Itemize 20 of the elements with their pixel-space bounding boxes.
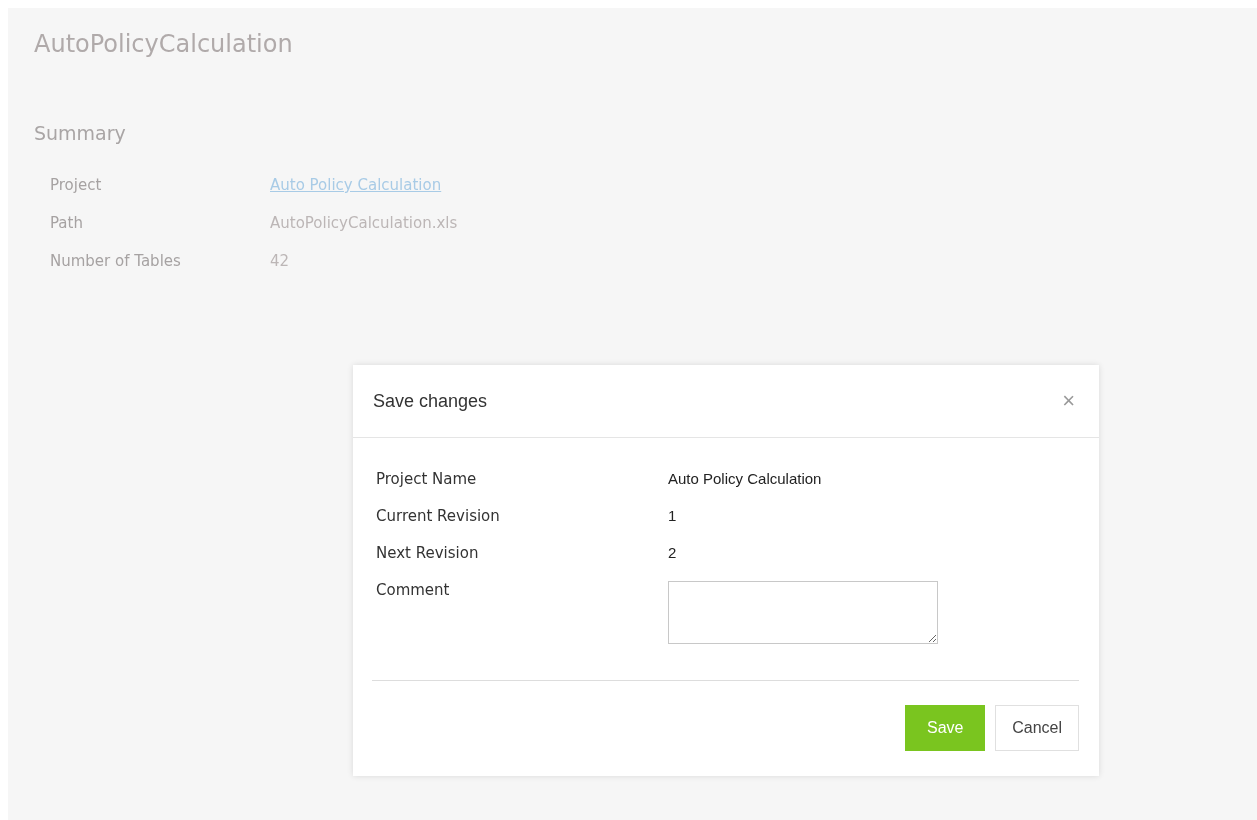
field-value: Auto Policy Calculation	[668, 470, 823, 488]
page-title: AutoPolicyCalculation	[34, 30, 294, 58]
field-value: 1	[668, 507, 678, 525]
close-button[interactable]: ×	[1058, 388, 1079, 414]
field-label: Comment	[376, 581, 451, 601]
summary-label: Number of Tables	[50, 252, 182, 270]
field-label: Current Revision	[376, 507, 501, 525]
save-button[interactable]: Save	[905, 705, 986, 751]
field-value: 2	[668, 544, 678, 562]
dialog-title: Save changes	[373, 390, 488, 412]
comment-field[interactable]	[668, 581, 938, 644]
summary-label: Path	[50, 214, 84, 232]
summary-value: 42	[270, 252, 291, 270]
field-label: Project Name	[376, 470, 478, 488]
section-heading: Summary	[34, 122, 127, 144]
summary-label: Project	[50, 176, 103, 194]
field-label: Next Revision	[376, 544, 480, 562]
project-link[interactable]: Auto Policy Calculation	[270, 176, 442, 194]
summary-value: AutoPolicyCalculation.xls	[270, 214, 459, 232]
cancel-button[interactable]: Cancel	[995, 705, 1079, 751]
